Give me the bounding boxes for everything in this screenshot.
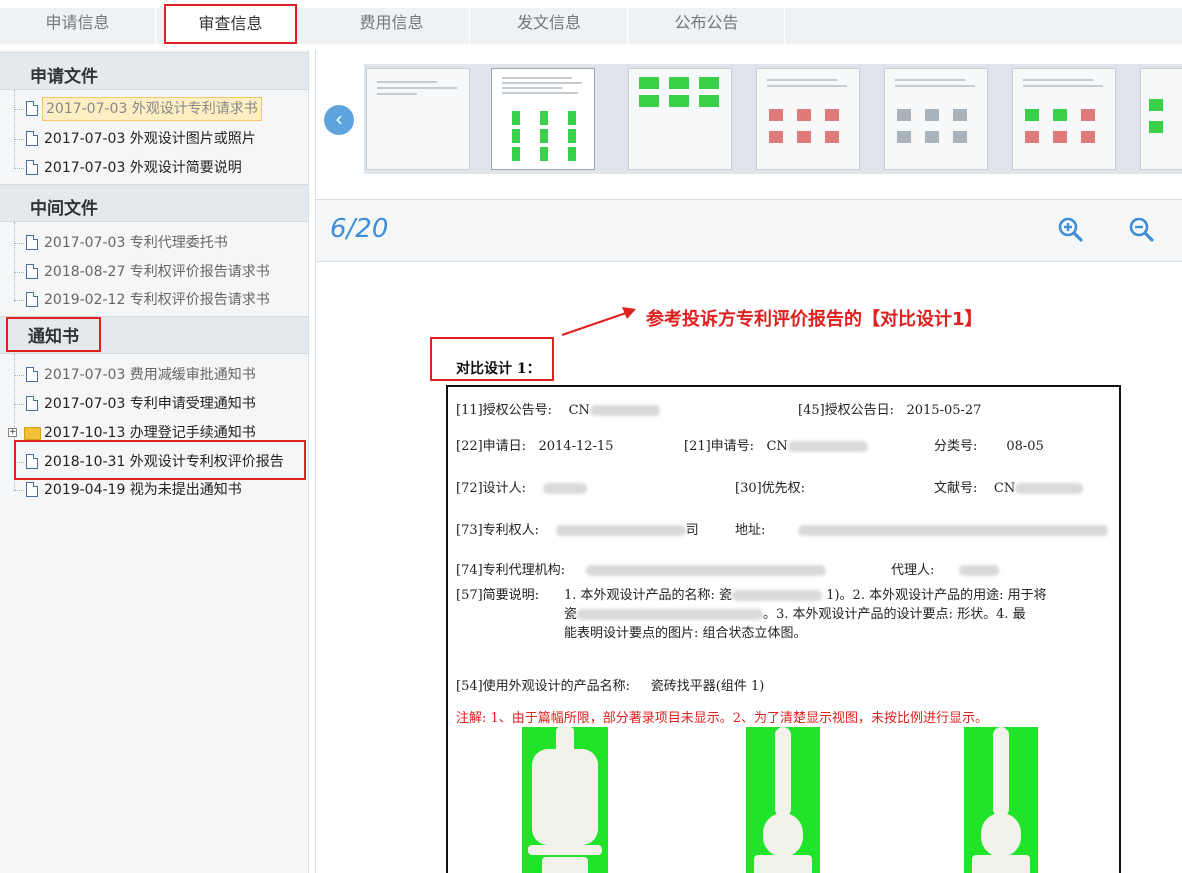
annotation-arrow-icon (561, 307, 636, 336)
field-priority: [30]优先权: (735, 481, 806, 496)
page-indicator: 6/20 (330, 214, 389, 244)
tab-dispatch-info[interactable]: 发文信息 (471, 8, 628, 44)
tab-announcement[interactable]: 公布公告 (629, 8, 785, 44)
field-brief-line-3: 能表明设计要点的图片: 组合状态立体图。 (564, 626, 807, 641)
page-thumbnail[interactable] (628, 68, 732, 170)
field-patentee: [73]专利权人: 司 (456, 523, 699, 538)
field-product-name: [54]使用外观设计的产品名称: 瓷砖找平器(组件 1) (456, 679, 765, 694)
thumbnail-strip: ‹ (316, 50, 1182, 200)
field-grant-pub-no: [11]授权公告号: CN (456, 399, 660, 418)
field-classification: 分类号: 08-05 (934, 439, 1044, 454)
field-agency: [74]专利代理机构: (456, 559, 826, 578)
field-grant-pub-date: [45]授权公告日: 2015-05-27 (798, 403, 982, 418)
annotation-text: 参考投诉方专利评价报告的【对比设计1】 (646, 309, 983, 330)
tree-line (14, 222, 15, 302)
document-icon (26, 482, 38, 497)
section-header-notices[interactable]: 通知书 (0, 316, 308, 354)
viewer-toolbar: 6/20 (316, 200, 1182, 262)
section-header-application-files[interactable]: 申请文件 (0, 52, 308, 90)
page-thumbnail[interactable] (756, 68, 860, 170)
field-filing-date: [22]申请日: 2014-12-15 (456, 439, 614, 454)
tab-bar: 申请信息 费用信息 发文信息 公布公告 审查信息 (0, 0, 1182, 44)
document-page-view: 参考投诉方专利评价报告的【对比设计1】 对比设计 1： [11]授权公告号: C… (316, 263, 1182, 873)
page-thumbnail[interactable] (884, 68, 988, 170)
footnote: 注解: 1、由于篇幅所限，部分著录项目未显示。2、为了清楚显示视图，未按比例进行… (456, 711, 989, 726)
document-icon (26, 235, 38, 250)
document-icon (26, 396, 38, 411)
chevron-left-icon[interactable]: ‹ (324, 105, 354, 135)
tab-examination-info[interactable]: 审查信息 (164, 4, 297, 44)
expand-icon[interactable]: + (8, 428, 17, 437)
document-tree-sidebar: 申请文件 2017-07-03 外观设计专利请求书 2017-07-03 外观设… (0, 50, 309, 873)
page-thumbnail-current[interactable] (491, 68, 595, 170)
tab-fee-info[interactable]: 费用信息 (314, 8, 470, 44)
highlight-box (14, 440, 306, 480)
document-icon (26, 131, 38, 146)
page-thumbnail[interactable] (1012, 68, 1116, 170)
field-address: 地址: (735, 519, 1109, 538)
folder-icon (24, 427, 41, 440)
field-doc-no: 文献号: CN (934, 477, 1084, 496)
comparison-label-box: 对比设计 1： (430, 337, 554, 381)
product-photo-3 (964, 727, 1038, 873)
bibliographic-record: [11]授权公告号: CN [45]授权公告日: 2015-05-27 [22]… (446, 385, 1121, 873)
field-brief-label: [57]简要说明: (456, 588, 540, 603)
zoom-out-icon[interactable] (1128, 216, 1154, 242)
field-designer: [72]设计人: (456, 477, 587, 496)
document-icon (26, 264, 38, 279)
field-application-no: [21]申请号: CN (684, 435, 868, 454)
field-agent: 代理人: (891, 559, 1000, 578)
thumbnail-list (364, 64, 1182, 174)
page-thumbnail[interactable] (1140, 68, 1182, 170)
tab-application-info[interactable]: 申请信息 (0, 8, 156, 44)
zoom-in-icon[interactable] (1057, 216, 1083, 242)
field-brief-line-1: 1. 本外观设计产品的名称: 瓷 1)。2. 本外观设计产品的用途: 用于将 (564, 588, 1047, 603)
page-thumbnail[interactable] (366, 68, 470, 170)
document-icon (26, 160, 38, 175)
document-icon (26, 367, 38, 382)
field-brief-line-2: 瓷。3. 本外观设计产品的设计要点: 形状。4. 最 (564, 607, 1026, 622)
document-icon (26, 101, 38, 116)
document-viewer-panel: ‹ 6/20 参考投诉方专利评价报告的【对比设计1】 对比设计 1： [11]授… (315, 50, 1182, 873)
section-header-intermediate-files[interactable]: 中间文件 (0, 184, 308, 222)
tree-line (14, 90, 15, 168)
document-icon (26, 292, 38, 307)
product-photo-1 (522, 727, 608, 873)
product-photo-2 (746, 727, 820, 873)
